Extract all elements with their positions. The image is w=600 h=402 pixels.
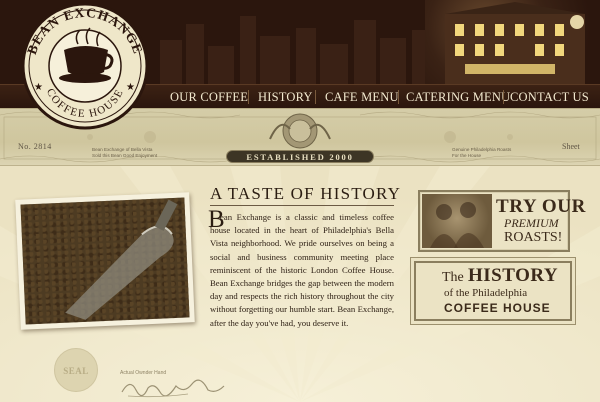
- premium-roasts-card[interactable]: TRY OUR PREMIUM ROASTS!: [418, 190, 585, 252]
- logo-star-right-icon: ★: [126, 82, 135, 93]
- serial-number: No. 2814: [18, 142, 52, 151]
- roasts-line-2: PREMIUM: [504, 216, 559, 230]
- nav-separator: [398, 90, 399, 104]
- band-right-small-2: For the House: [452, 153, 482, 158]
- roasts-line-1: TRY OUR: [496, 196, 586, 217]
- bean-exchange-logo[interactable]: BEAN EXCHANGE COFFEE HOUSE ★ ★: [12, 2, 158, 132]
- band-right-small-1: Genuine Philadelphia Roasts: [452, 147, 512, 152]
- section-title: A TASTE OF HISTORY: [210, 184, 402, 203]
- band-right-label: Sheet: [562, 142, 580, 151]
- article-body: ean Exchange is a classic and timeless c…: [210, 211, 394, 330]
- ladies-coffee-illustration: [422, 194, 492, 248]
- nav-separator: [315, 90, 316, 104]
- coffee-house-building-photo: [425, 0, 600, 90]
- roasts-line-3: ROASTS!: [504, 230, 563, 245]
- nav-catering-menu[interactable]: CATERING MENU: [406, 87, 510, 107]
- nav-separator: [248, 90, 249, 104]
- nav-cafe-menu[interactable]: CAFE MENU: [325, 87, 399, 107]
- city-skyline: [160, 16, 432, 88]
- coffee-beans-photo: [20, 197, 190, 325]
- band-left-small-2: Sold this Bean Good Enjoyment: [92, 153, 158, 158]
- nav-history[interactable]: HISTORY: [258, 87, 313, 107]
- history-heading: HISTORY: [468, 265, 559, 286]
- history-card[interactable]: The HISTORY of the Philadelphia COFFEE H…: [414, 261, 572, 321]
- history-coffee-house: COFFEE HOUSE: [444, 301, 551, 315]
- nav-our-coffee[interactable]: OUR COFFEE: [170, 87, 248, 107]
- logo-star-left-icon: ★: [34, 82, 43, 93]
- title-divider: [210, 205, 394, 206]
- owner-signature: [121, 379, 225, 398]
- seal-stamp: SEAL: [54, 348, 98, 392]
- history-of-philadelphia: of the Philadelphia: [444, 287, 528, 299]
- history-the: The: [442, 270, 464, 285]
- nav-contact-us[interactable]: CONTACT US: [510, 87, 589, 107]
- band-left-small-1: Bean Exchange of Bella Vista: [92, 147, 153, 152]
- nav-separator: [503, 90, 504, 104]
- coffee-beans-photo-frame: [15, 192, 195, 330]
- article-body-text: ean Exchange is a classic and timeless c…: [210, 212, 394, 328]
- established-banner: ESTABLISHED 2000: [226, 150, 374, 163]
